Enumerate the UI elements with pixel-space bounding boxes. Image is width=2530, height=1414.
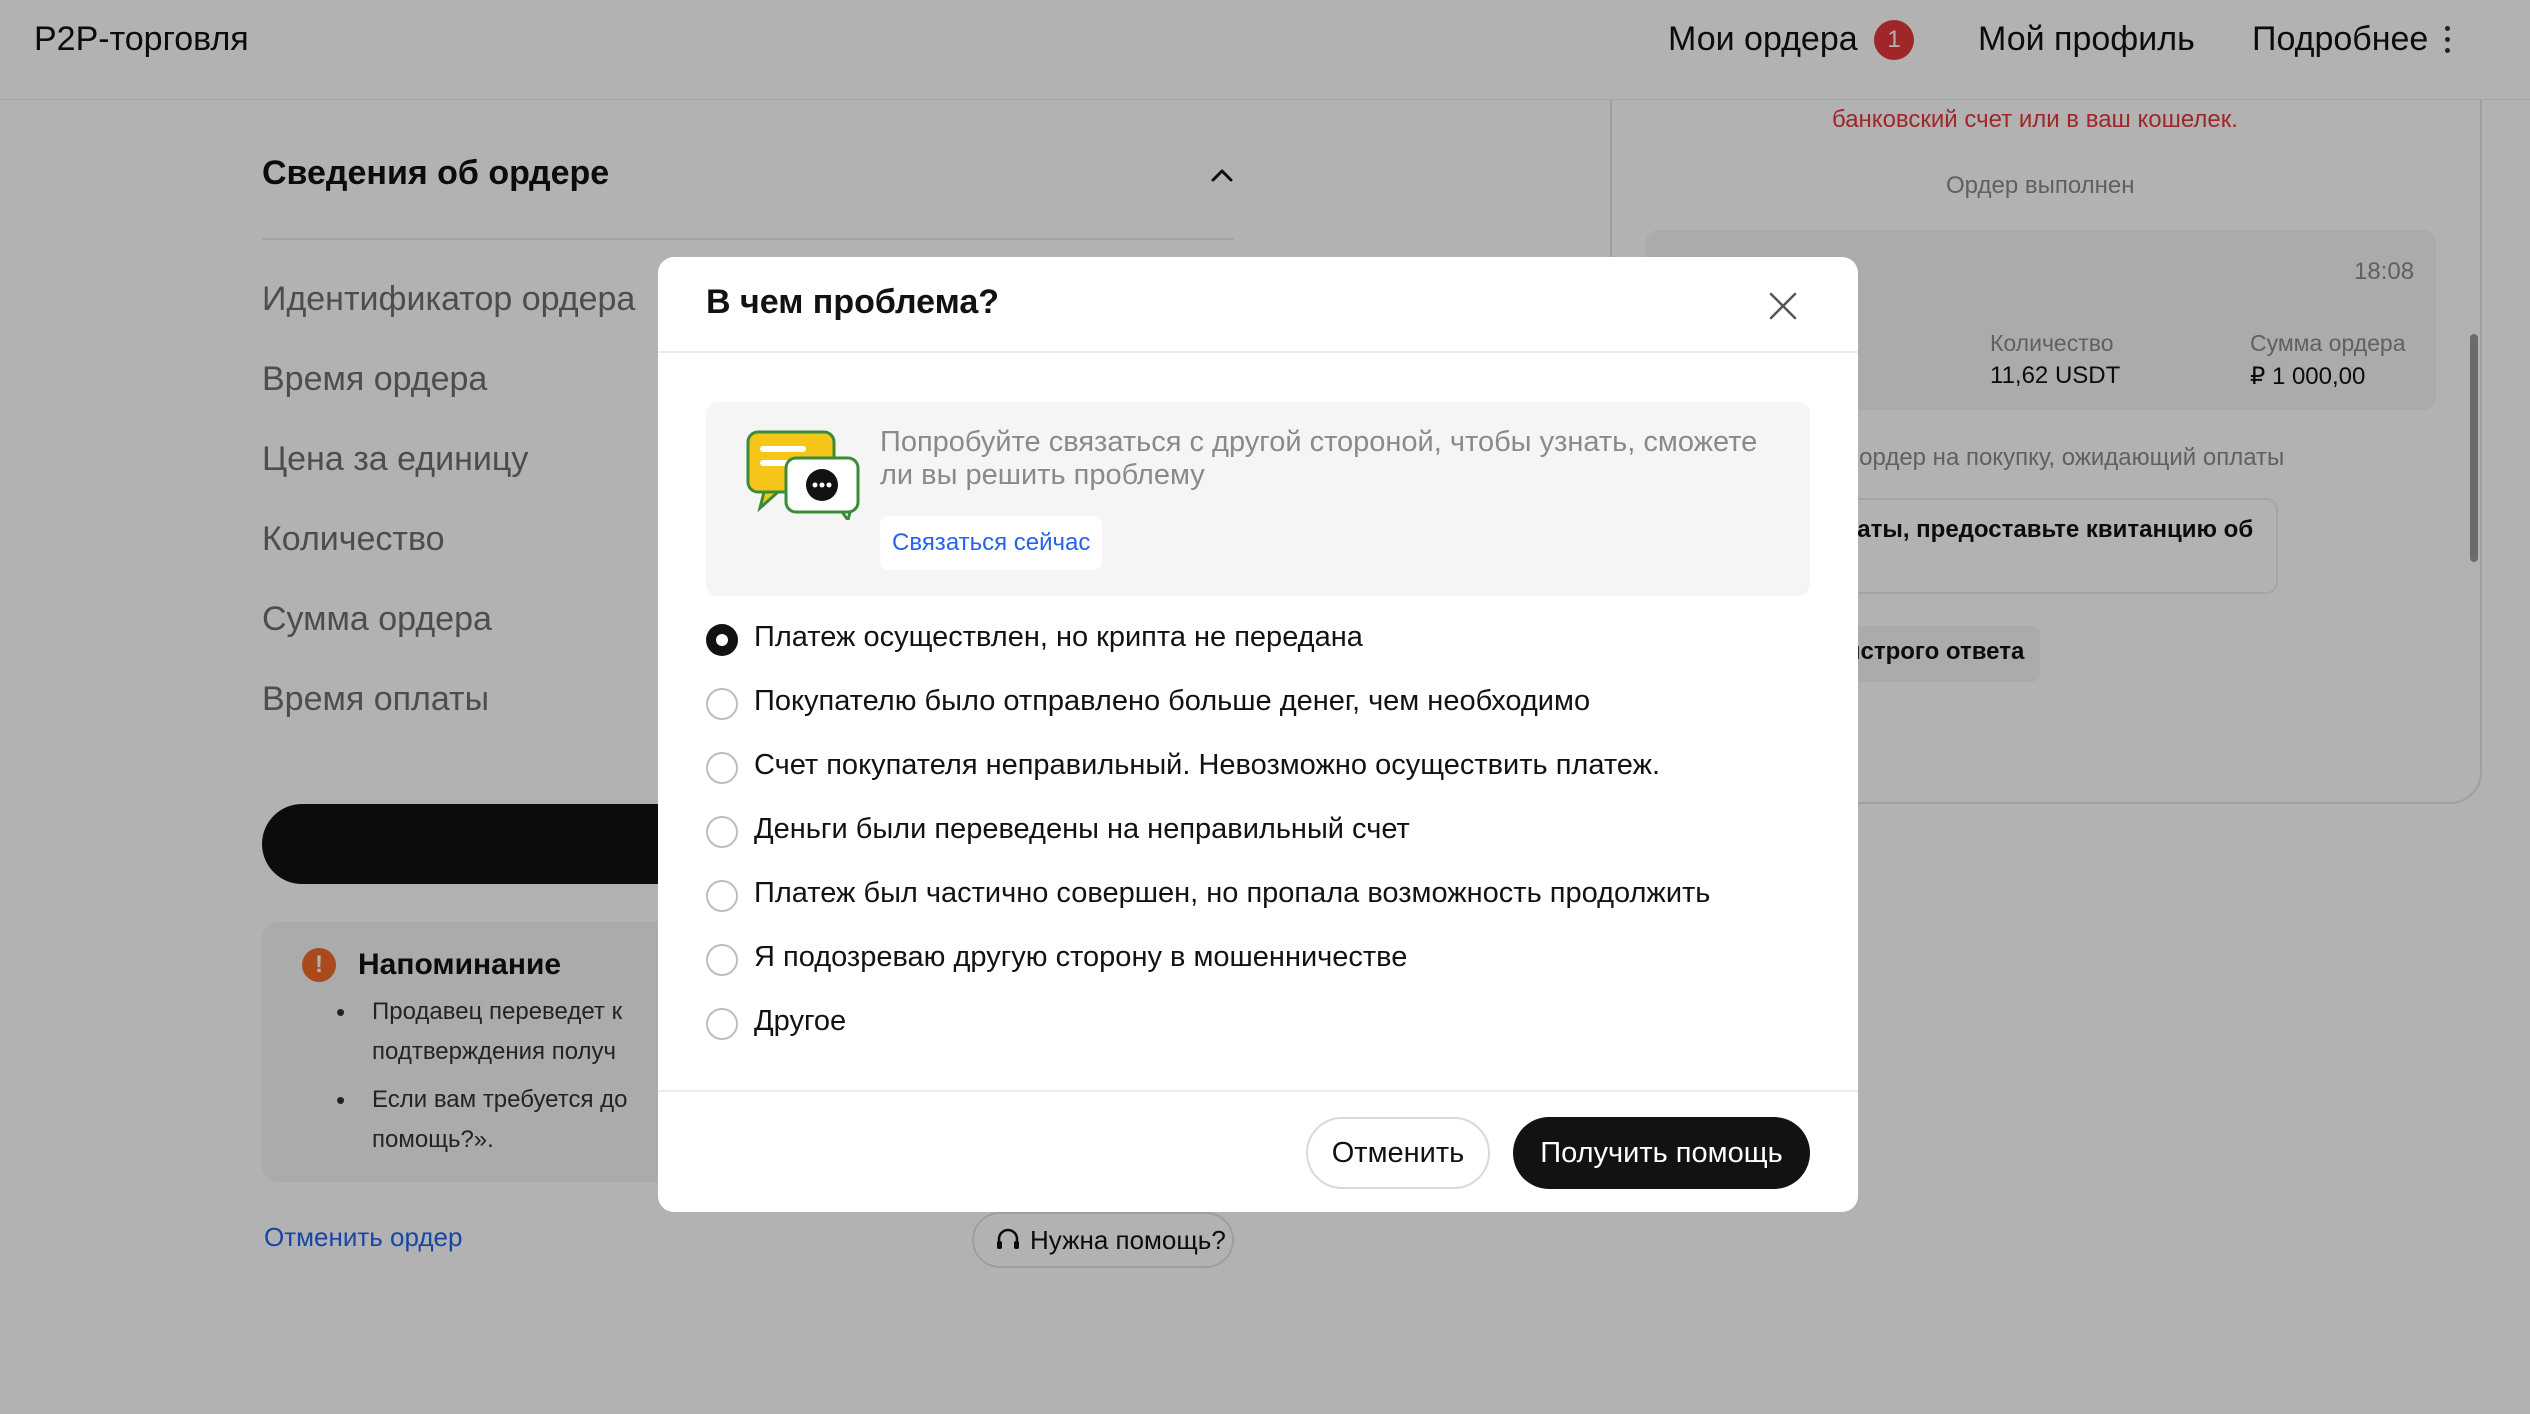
- reason-label: Я подозреваю другую сторону в мошенничес…: [754, 941, 1408, 973]
- radio-button[interactable]: [706, 1008, 738, 1040]
- radio-button[interactable]: [706, 880, 738, 912]
- cancel-button[interactable]: Отменить: [1306, 1117, 1490, 1189]
- dialog-header: В чем проблема?: [658, 257, 1858, 353]
- reason-option[interactable]: Я подозреваю другую сторону в мошенничес…: [706, 939, 1810, 979]
- dialog-title: В чем проблема?: [706, 283, 1000, 321]
- radio-button[interactable]: [706, 752, 738, 784]
- reason-label: Деньги были переведены на неправильный с…: [754, 813, 1410, 845]
- reason-option[interactable]: Платеж осуществлен, но крипта не передан…: [706, 619, 1810, 659]
- reason-option[interactable]: Деньги были переведены на неправильный с…: [706, 811, 1810, 851]
- reason-option[interactable]: Счет покупателя неправильный. Невозможно…: [706, 747, 1810, 787]
- reason-label: Платеж осуществлен, но крипта не передан…: [754, 621, 1363, 653]
- radio-button[interactable]: [706, 688, 738, 720]
- divider: [658, 1090, 1858, 1092]
- reason-label: Счет покупателя неправильный. Невозможно…: [754, 749, 1661, 781]
- close-icon[interactable]: [1768, 291, 1798, 321]
- reason-label: Другое: [754, 1005, 847, 1037]
- contact-now-button[interactable]: Связаться сейчас: [880, 516, 1103, 570]
- get-help-button[interactable]: Получить помощь: [1513, 1117, 1810, 1189]
- radio-button[interactable]: [706, 944, 738, 976]
- radio-button[interactable]: [706, 816, 738, 848]
- problem-dialog: В чем проблема? Попробуйте связаться с д…: [658, 257, 1858, 1212]
- radio-button-selected[interactable]: [706, 624, 738, 656]
- reason-label: Платеж был частично совершен, но пропала…: [754, 877, 1711, 909]
- reason-option[interactable]: Покупателю было отправлено больше денег,…: [706, 683, 1810, 723]
- reason-option[interactable]: Платеж был частично совершен, но пропала…: [706, 875, 1810, 915]
- chat-bubbles-icon: [746, 430, 860, 520]
- reason-label: Покупателю было отправлено больше денег,…: [754, 685, 1591, 717]
- contact-tip-text: Попробуйте связаться с другой стороной, …: [880, 426, 1758, 491]
- contact-tip-box: Попробуйте связаться с другой стороной, …: [706, 402, 1810, 596]
- reason-option[interactable]: Другое: [706, 1003, 1810, 1043]
